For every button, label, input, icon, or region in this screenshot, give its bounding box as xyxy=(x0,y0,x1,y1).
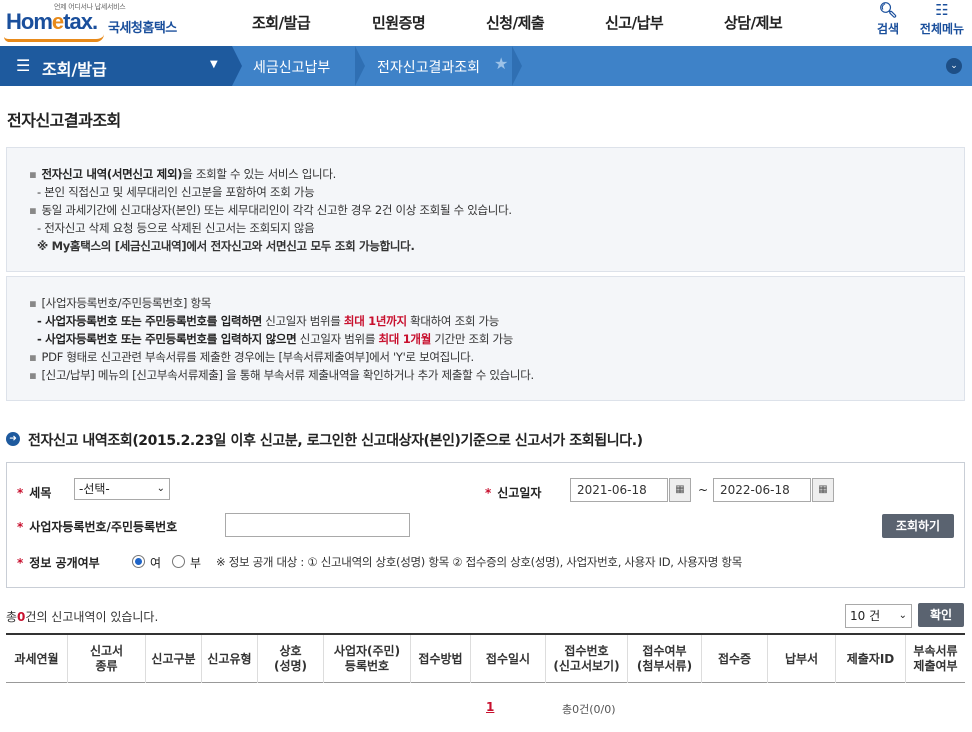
info-line: - 사업자등록번호 또는 주민등록번호를 입력하지 않으면 신고일자 범위를 최… xyxy=(37,332,514,346)
search-icon: 🔍︎ xyxy=(878,1,898,19)
calendar-icon[interactable]: ▦ xyxy=(812,478,834,502)
public-no-label: 부 xyxy=(190,556,202,570)
breadcrumb-separator xyxy=(232,46,242,86)
search-form: * 세목 -선택- ⌄ * 신고일자 2021-06-18 ▦ ~ 2022-06-1… xyxy=(6,462,965,588)
pagination-total: 총0건(0/0) xyxy=(562,703,616,716)
info-line: ▪ PDF 형태로 신고관련 부속서류를 제출한 경우에는 [부속서류제출여부]에… xyxy=(29,350,474,364)
column-header: 제출자ID xyxy=(836,635,906,683)
column-header: 접수번호 (신고서보기) xyxy=(546,635,628,683)
chevron-down-icon: ⌄ xyxy=(898,610,907,621)
pagination-page[interactable]: 1 xyxy=(486,700,494,714)
breadcrumb-item-current: 전자신고결과조회 xyxy=(377,60,481,76)
section-heading: ➜ 전자신고 내역조회(2015.2.23일 이후 신고분, 로그인한 신고대상… xyxy=(6,430,966,450)
page-size-select[interactable]: 10 건 ⌄ xyxy=(845,604,912,628)
breadcrumb-item-tax-report[interactable]: 세금신고납부 xyxy=(253,57,330,77)
info-line: ▪ [신고/납부] 메뉴의 [신고부속서류제출] 을 통해 부속서류 제출내역을 … xyxy=(29,368,534,382)
column-header: 납부서 xyxy=(768,635,836,683)
tax-type-select[interactable]: -선택- ⌄ xyxy=(74,478,170,500)
column-header: 신고유형 xyxy=(202,635,258,683)
column-header: 상호 (성명) xyxy=(258,635,324,683)
bizno-input[interactable] xyxy=(225,513,410,537)
result-count: 총0건의 신고내역이 있습니다. xyxy=(6,610,159,624)
date-separator: ~ xyxy=(698,483,709,497)
menu-dropdown-label: 조회/발급 xyxy=(42,60,107,79)
hamburger-icon: ☰ xyxy=(16,56,31,75)
tax-type-label: * 세목 xyxy=(17,486,52,500)
calendar-icon[interactable]: ▦ xyxy=(669,478,691,502)
public-yes-radio[interactable] xyxy=(132,555,145,568)
chevron-down-icon[interactable]: ⌄ xyxy=(946,58,962,74)
all-menu-tool[interactable]: ☷ 전체메뉴 xyxy=(916,0,968,37)
public-no-radio[interactable] xyxy=(172,555,185,568)
gnb-item-consult[interactable]: 상담/제보 xyxy=(724,12,783,33)
global-nav: 조회/발급 민원증명 신청/제출 신고/납부 상담/제보 xyxy=(0,12,972,36)
search-tool[interactable]: 🔍︎ 검색 xyxy=(874,0,902,37)
page-title: 전자신고결과조회 xyxy=(7,111,121,130)
column-header: 접수증 xyxy=(702,635,768,683)
date-from-input[interactable]: 2021-06-18 xyxy=(570,478,668,502)
gnb-item-inquiry[interactable]: 조회/발급 xyxy=(252,12,311,33)
search-button[interactable]: 조회하기 xyxy=(882,514,954,538)
info-line: ▪ 전자신고 내역(서면신고 제외)을 조회할 수 있는 서비스 입니다. xyxy=(29,167,336,181)
caret-down-icon: ▼ xyxy=(210,59,218,70)
public-info-note: ※ 정보 공개 대상 : ① 신고내역의 상호(성명) 항목 ② 접수증의 상호… xyxy=(216,555,742,569)
info-line: - 사업자등록번호 또는 주민등록번호를 입력하면 신고일자 범위를 최대 1년… xyxy=(37,314,500,328)
breadcrumb-separator xyxy=(355,46,365,86)
menu-dropdown[interactable]: ☰ 조회/발급 ▼ xyxy=(0,46,232,86)
info-line-notice: ※ My홈택스의 [세금신고내역]에서 전자신고와 서면신고 모두 조회 가능합… xyxy=(37,239,415,253)
info-line: - 본인 직접신고 및 세무대리인 신고분을 포함하여 조회 가능 xyxy=(37,185,315,199)
gnb-item-certificate[interactable]: 민원증명 xyxy=(372,12,426,33)
column-header: 신고서 종류 xyxy=(68,635,146,683)
location-bar: ☰ 조회/발급 ▼ 세금신고납부 전자신고결과조회 ★ ⌄ xyxy=(0,46,972,86)
gnb-item-report[interactable]: 신고/납부 xyxy=(605,12,664,33)
public-info-label: * 정보 공개여부 xyxy=(17,556,100,570)
column-header: 부속서류 제출여부 xyxy=(913,644,958,673)
info-line: ▪ 동일 과세기간에 신고대상자(본인) 또는 세무대리인이 각각 신고한 경우 … xyxy=(29,203,512,217)
column-header: 접수방법 xyxy=(411,635,471,683)
info-line: ▪ [사업자등록번호/주민등록번호] 항목 xyxy=(29,296,212,310)
column-header: 과세연월 xyxy=(6,635,68,683)
info-line: - 전자신고 삭제 요청 등으로 삭제된 신고서는 조회되지 않음 xyxy=(37,221,315,235)
column-header: 접수여부 (첨부서류) xyxy=(628,635,702,683)
public-yes-label: 여 xyxy=(150,556,162,570)
result-table-header: 과세연월 신고서 종류 신고구분 신고유형 상호 (성명) 사업자(주민) 등록… xyxy=(6,633,965,683)
report-date-label: * 신고일자 xyxy=(485,486,542,500)
column-header: 사업자(주민) 등록번호 xyxy=(324,635,411,683)
arrow-right-circle-icon: ➜ xyxy=(6,432,20,446)
date-to-input[interactable]: 2022-06-18 xyxy=(713,478,811,502)
breadcrumb-separator xyxy=(512,46,522,86)
chevron-down-icon: ⌄ xyxy=(156,483,165,494)
info-box-service: ▪ 전자신고 내역(서면신고 제외)을 조회할 수 있는 서비스 입니다. - 본… xyxy=(6,147,965,272)
column-header: 접수일시 xyxy=(471,635,546,683)
grid-icon: ☷ xyxy=(935,1,949,19)
info-box-bizno: ▪ [사업자등록번호/주민등록번호] 항목 - 사업자등록번호 또는 주민등록번호… xyxy=(6,276,965,401)
bizno-label: * 사업자등록번호/주민등록번호 xyxy=(17,520,178,534)
favorite-star-icon[interactable]: ★ xyxy=(494,54,508,73)
confirm-button[interactable]: 확인 xyxy=(918,603,964,627)
gnb-item-apply[interactable]: 신청/제출 xyxy=(486,12,545,33)
column-header: 신고구분 xyxy=(146,635,202,683)
top-header: 언제 어디서나 납세서비스 Hometax. 국세청홈택스 조회/발급 민원증명… xyxy=(0,0,972,46)
